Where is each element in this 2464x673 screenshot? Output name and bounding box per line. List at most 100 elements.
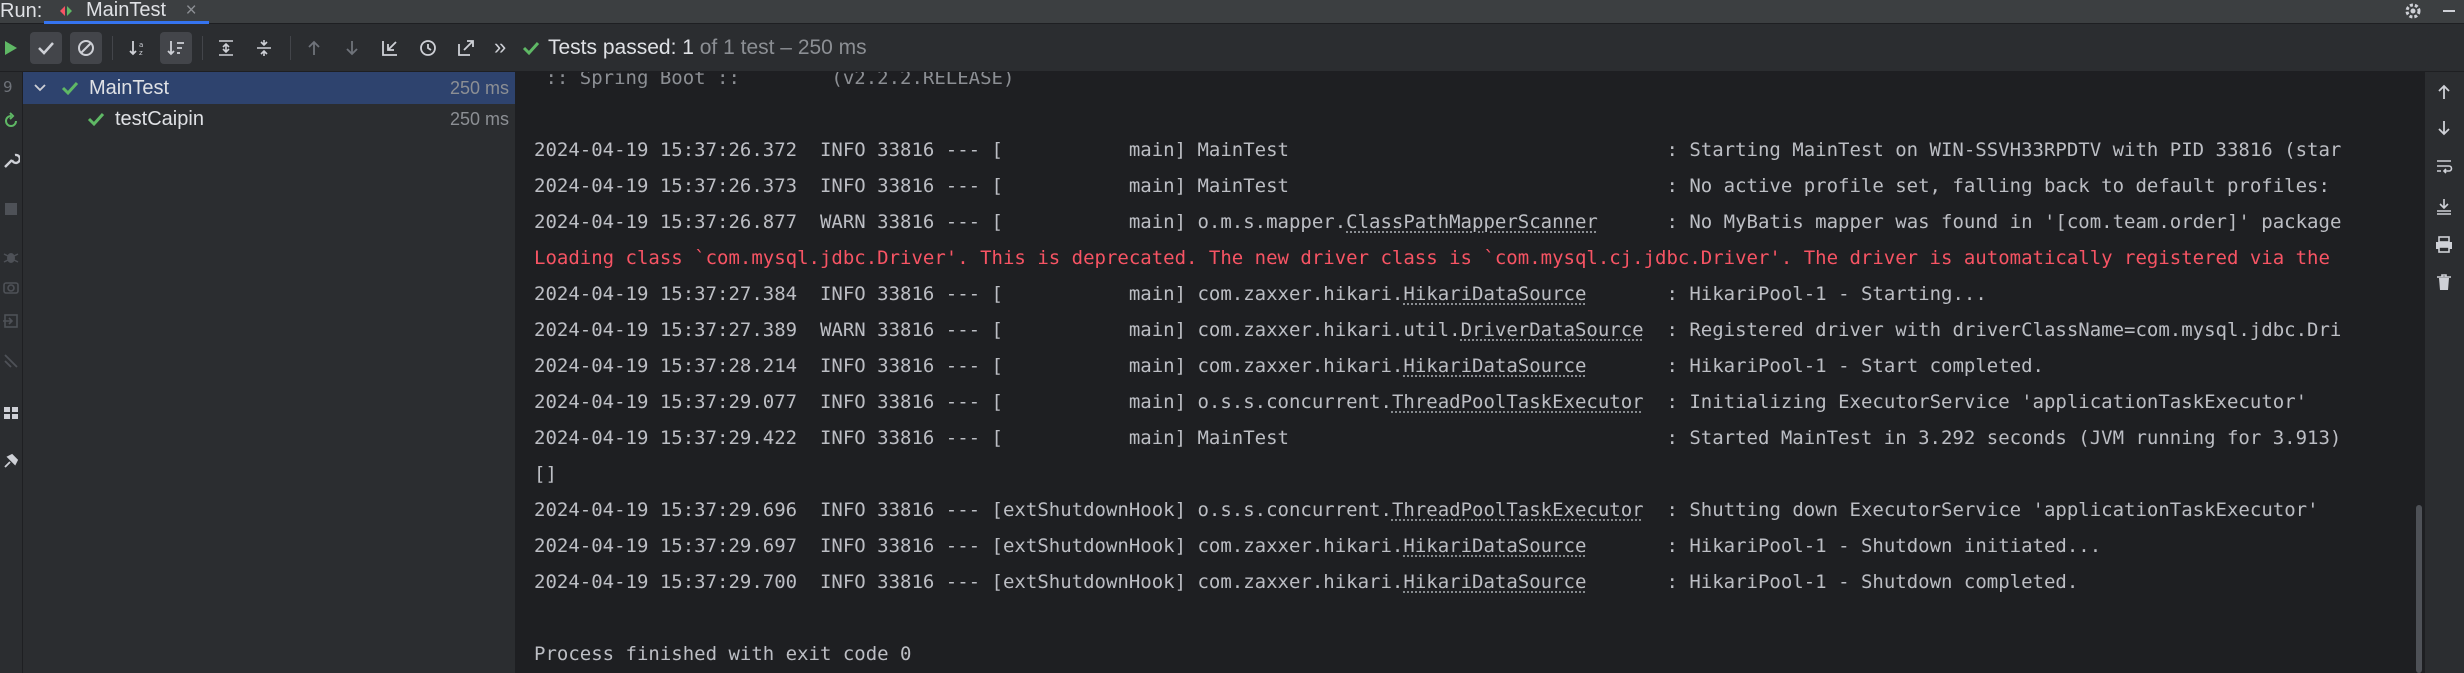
console-line-text: : Registered driver with driverClassName…: [1644, 319, 2342, 341]
next-failed-test-icon[interactable]: [336, 32, 368, 64]
console-line: [534, 600, 2341, 636]
test-duration: 250 ms: [450, 72, 509, 104]
console-line-text: : HikariPool-1 - Shutdown initiated...: [1586, 535, 2101, 557]
minimize-icon[interactable]: [2440, 2, 2458, 20]
sort-by-duration-button[interactable]: [160, 32, 192, 64]
class-name-link[interactable]: ThreadPoolTaskExecutor: [1392, 499, 1644, 521]
console-line: 2024-04-19 15:37:28.214 INFO 33816 --- […: [534, 348, 2341, 384]
arrow-down-icon[interactable]: [2434, 118, 2454, 138]
tab-maintest[interactable]: MainTest ×: [44, 0, 209, 24]
console-line-text: 2024-04-19 15:37:29.077 INFO 33816 --- […: [534, 391, 1392, 413]
console-line-text: 2024-04-19 15:37:27.389 WARN 33816 --- […: [534, 319, 1461, 341]
previous-failed-test-icon[interactable]: [298, 32, 330, 64]
gear-icon[interactable]: [2404, 2, 2422, 20]
console-action-strip: [2424, 72, 2464, 673]
console-line: 2024-04-19 15:37:29.697 INFO 33816 --- […: [534, 528, 2341, 564]
status-detail: of 1 test – 250 ms: [694, 36, 867, 59]
tree-node-testcaipin[interactable]: testCaipin 250 ms: [23, 103, 515, 135]
test-results-tree: MainTest 250 ms testCaipin 250 ms: [23, 72, 516, 673]
close-tab-icon[interactable]: ×: [186, 0, 197, 21]
import-tests-icon[interactable]: [374, 32, 406, 64]
scroll-to-end-icon[interactable]: [2434, 196, 2454, 216]
pin-icon[interactable]: [2, 452, 20, 470]
console-line-text: : HikariPool-1 - Start completed.: [1586, 355, 2044, 377]
run-tool-window-header: Run: MainTest ×: [0, 0, 2464, 24]
class-name-link[interactable]: ThreadPoolTaskExecutor: [1392, 391, 1644, 413]
console-line: 2024-04-19 15:37:29.700 INFO 33816 --- […: [534, 564, 2341, 600]
class-name-link[interactable]: DriverDataSource: [1461, 319, 1644, 341]
test-history-icon[interactable]: [412, 32, 444, 64]
export-results-icon[interactable]: [450, 32, 482, 64]
show-passed-toggle[interactable]: [30, 32, 62, 64]
test-duration: 250 ms: [450, 103, 509, 135]
console-scrollbar-thumb[interactable]: [2416, 505, 2422, 673]
soft-wrap-icon[interactable]: [2434, 156, 2454, 176]
console-line-text: 2024-04-19 15:37:29.700 INFO 33816 --- […: [534, 571, 1403, 593]
test-passed-icon: [61, 80, 79, 96]
console-line: [534, 96, 2341, 132]
left-action-strip: 9: [0, 72, 23, 673]
console-output[interactable]: :: Spring Boot :: (v2.2.2.RELEASE)2024-0…: [516, 72, 2414, 673]
test-passed-icon: [87, 111, 105, 127]
console-line-text: 2024-04-19 15:37:26.877 WARN 33816 --- […: [534, 211, 1346, 233]
class-name-link[interactable]: HikariDataSource: [1403, 283, 1586, 305]
camera-icon[interactable]: [2, 278, 20, 296]
print-icon[interactable]: [2434, 234, 2454, 254]
console-line-text: : Initializing ExecutorService 'applicat…: [1644, 391, 2307, 413]
tab-title: MainTest: [86, 0, 166, 21]
wrench-icon[interactable]: [2, 152, 20, 170]
class-name-link[interactable]: HikariDataSource: [1403, 571, 1586, 593]
console-line: 2024-04-19 15:37:27.389 WARN 33816 --- […: [534, 312, 2341, 348]
debug-icon[interactable]: [2, 248, 20, 266]
console-line-text: 2024-04-19 15:37:29.697 INFO 33816 --- […: [534, 535, 1403, 557]
console-line: 2024-04-19 15:37:26.372 INFO 33816 --- […: [534, 132, 2341, 168]
tree-node-label: testCaipin: [115, 103, 204, 135]
run-label: Run:: [0, 0, 42, 23]
junit-run-config-icon: [58, 3, 74, 19]
console-line-text: : Shutting down ExecutorService 'applica…: [1644, 499, 2319, 521]
layout-icon[interactable]: [2, 404, 20, 422]
console-line: Process finished with exit code 0: [534, 636, 2341, 672]
more-actions-chevron-icon[interactable]: »: [494, 24, 506, 71]
console-line-text: : HikariPool-1 - Starting...: [1586, 283, 1986, 305]
class-name-link[interactable]: ClassPathMapperScanner: [1346, 211, 1598, 233]
console-line: 2024-04-19 15:37:27.384 INFO 33816 --- […: [534, 276, 2341, 312]
console-line-text: 2024-04-19 15:37:27.384 INFO 33816 --- […: [534, 283, 1403, 305]
chevron-down-icon[interactable]: [33, 82, 47, 94]
svg-text:a: a: [139, 41, 143, 49]
trash-icon[interactable]: [2434, 272, 2454, 292]
status-text: Tests passed: 1: [548, 36, 694, 59]
stop-icon[interactable]: [2, 200, 20, 218]
login-icon[interactable]: [2, 312, 20, 330]
rerun-failed-icon[interactable]: 9: [2, 78, 18, 96]
dump-threads-icon[interactable]: [2, 352, 20, 370]
show-ignored-toggle[interactable]: [70, 32, 102, 64]
console-line: 2024-04-19 15:37:26.877 WARN 33816 --- […: [534, 204, 2341, 240]
expand-all-icon[interactable]: [210, 32, 242, 64]
console-line: :: Spring Boot :: (v2.2.2.RELEASE): [534, 72, 2341, 96]
console-line: 2024-04-19 15:37:29.696 INFO 33816 --- […: [534, 492, 2341, 528]
console-line: []: [534, 456, 2341, 492]
console-line-text: : HikariPool-1 - Shutdown completed.: [1586, 571, 2078, 593]
test-status-summary: Tests passed: 1 of 1 test – 250 ms: [522, 24, 867, 71]
toolbar-separator: [290, 36, 291, 60]
console-line: Loading class `com.mysql.jdbc.Driver'. T…: [534, 240, 2341, 276]
sort-alphabetically-button[interactable]: az: [122, 32, 154, 64]
tree-node-label: MainTest: [89, 72, 169, 104]
console-line-text: 2024-04-19 15:37:29.696 INFO 33816 --- […: [534, 499, 1392, 521]
toggle-auto-test-icon[interactable]: [2, 112, 20, 130]
toolbar-separator: [112, 36, 113, 60]
collapse-all-icon[interactable]: [248, 32, 280, 64]
console-line-text: 2024-04-19 15:37:28.214 INFO 33816 --- […: [534, 355, 1403, 377]
arrow-up-icon[interactable]: [2434, 82, 2454, 102]
svg-text:z: z: [139, 49, 143, 57]
console-lines: :: Spring Boot :: (v2.2.2.RELEASE)2024-0…: [534, 72, 2341, 672]
class-name-link[interactable]: HikariDataSource: [1403, 535, 1586, 557]
console-line: 2024-04-19 15:37:29.077 INFO 33816 --- […: [534, 384, 2341, 420]
class-name-link[interactable]: HikariDataSource: [1403, 355, 1586, 377]
tree-node-maintest[interactable]: MainTest 250 ms: [23, 72, 515, 104]
toolbar-separator: [202, 36, 203, 60]
rerun-button[interactable]: [0, 32, 26, 64]
test-runner-toolbar: az » Tests passed: 1 of 1 test – 250 ms: [0, 24, 2464, 72]
console-line: 2024-04-19 15:37:29.422 INFO 33816 --- […: [534, 420, 2341, 456]
